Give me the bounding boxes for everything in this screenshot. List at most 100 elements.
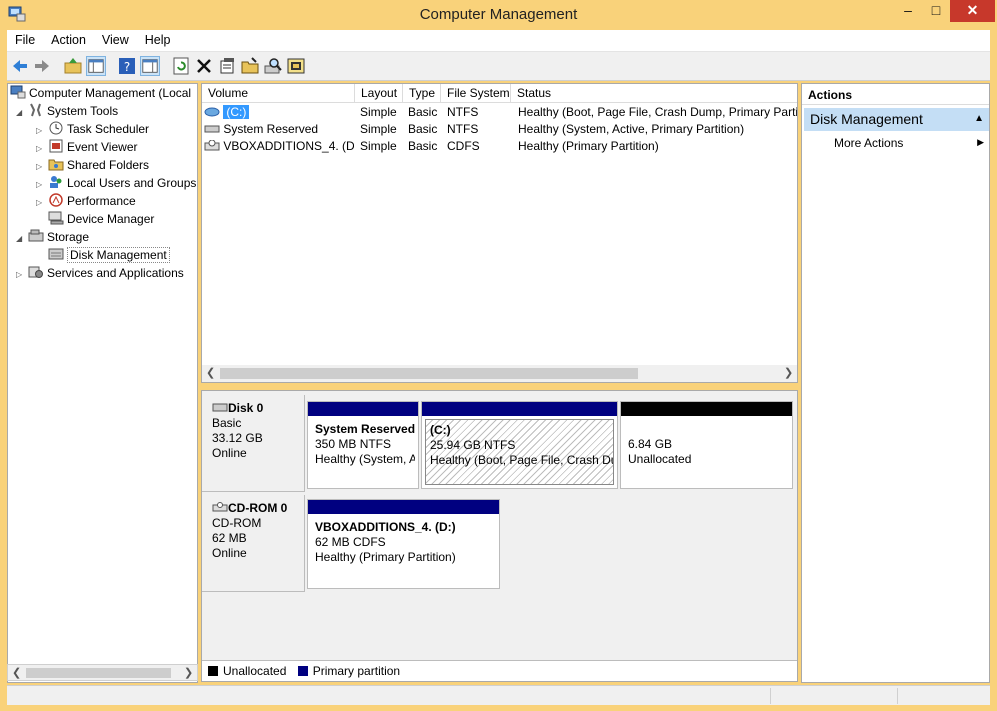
scroll-thumb[interactable] bbox=[26, 668, 171, 678]
scroll-left-icon[interactable]: ❮ bbox=[12, 666, 21, 679]
tree-item-local-users-groups[interactable]: ▷ Local Users and Groups bbox=[36, 174, 196, 192]
selected-volume-name: (C:) bbox=[223, 105, 250, 119]
layout-cell: Simple bbox=[360, 105, 397, 119]
disk-kind: CD-ROM bbox=[212, 516, 262, 530]
event-viewer-icon bbox=[49, 139, 63, 153]
menu-view[interactable]: View bbox=[94, 30, 137, 47]
scroll-right-icon[interactable]: ❯ bbox=[184, 666, 193, 679]
search-disk-icon[interactable] bbox=[263, 56, 283, 76]
toolbar: ? bbox=[7, 52, 990, 81]
tree-item-root[interactable]: Computer Management (Local bbox=[10, 84, 191, 102]
cdrom-0-label[interactable]: CD-ROM 0 CD-ROM 62 MB Online bbox=[202, 495, 305, 592]
primary-partition-bar bbox=[308, 402, 418, 416]
column-file-system[interactable]: File System bbox=[441, 84, 511, 103]
column-status[interactable]: Status bbox=[511, 84, 797, 103]
partition-title: VBOXADDITIONS_4. (D:) bbox=[315, 520, 456, 534]
tree-item-storage[interactable]: ◢ Storage bbox=[16, 228, 89, 246]
drive-icon bbox=[204, 125, 220, 133]
partition-status: Unallocated bbox=[628, 452, 692, 466]
forward-icon[interactable] bbox=[32, 56, 52, 76]
tree-item-device-manager[interactable]: Device Manager bbox=[48, 210, 154, 228]
back-icon[interactable] bbox=[10, 56, 30, 76]
legend: Unallocated Primary partition bbox=[202, 660, 797, 681]
more-actions-item[interactable]: More Actions ▶ bbox=[834, 136, 984, 150]
cd-drive-icon bbox=[212, 502, 228, 512]
actions-group-label: Disk Management bbox=[810, 111, 923, 127]
column-type[interactable]: Type bbox=[403, 84, 441, 103]
disk-kind: Basic bbox=[212, 416, 242, 430]
type-cell: Basic bbox=[408, 139, 438, 153]
partition-unallocated[interactable]: 6.84 GB Unallocated bbox=[620, 401, 793, 489]
partition-title: System Reserved bbox=[315, 422, 415, 436]
type-cell: Basic bbox=[408, 105, 438, 119]
volume-name: VBOXADDITIONS_4. (D:) bbox=[223, 139, 354, 153]
partition-vboxadditions[interactable]: VBOXADDITIONS_4. (D:) 62 MB CDFS Healthy… bbox=[307, 499, 500, 589]
scroll-left-icon[interactable]: ❮ bbox=[206, 366, 215, 379]
collapse-arrow-icon[interactable]: ◢ bbox=[16, 230, 28, 248]
tree-label: System Tools bbox=[47, 104, 119, 118]
partition-size: 25.94 GB NTFS bbox=[430, 438, 516, 452]
tree-item-shared-folders[interactable]: ▷ Shared Folders bbox=[36, 156, 149, 174]
actions-group-disk-management[interactable]: Disk Management ▲ bbox=[804, 108, 989, 131]
volume-horizontal-scrollbar[interactable]: ❮ ❯ bbox=[202, 365, 797, 382]
up-folder-icon[interactable] bbox=[63, 56, 83, 76]
tree-item-task-scheduler[interactable]: ▷ Task Scheduler bbox=[36, 120, 149, 138]
tree-label: Performance bbox=[67, 194, 136, 208]
properties-icon[interactable] bbox=[217, 56, 237, 76]
scroll-right-icon[interactable]: ❯ bbox=[784, 366, 793, 379]
table-row[interactable]: VBOXADDITIONS_4. (D:) Simple Basic CDFS … bbox=[202, 138, 797, 155]
fs-cell: NTFS bbox=[447, 105, 479, 119]
fs-cell: NTFS bbox=[447, 122, 479, 136]
table-row[interactable]: (C:) Simple Basic NTFS Healthy (Boot, Pa… bbox=[202, 104, 797, 121]
layout-cell: Simple bbox=[360, 122, 397, 136]
partition-system-reserved[interactable]: System Reserved 350 MB NTFS Healthy (Sys… bbox=[307, 401, 419, 489]
type-cell: Basic bbox=[408, 122, 438, 136]
tree-item-system-tools[interactable]: ◢ System Tools bbox=[16, 102, 118, 120]
close-button[interactable]: ✕ bbox=[950, 0, 995, 22]
menu-help[interactable]: Help bbox=[137, 30, 179, 47]
volume-list-header: Volume Layout Type File System Status bbox=[202, 84, 797, 103]
scroll-thumb[interactable] bbox=[220, 368, 638, 379]
status-cell: Healthy (Boot, Page File, Crash Dump, Pr… bbox=[518, 105, 797, 119]
column-layout[interactable]: Layout bbox=[355, 84, 403, 103]
show-hide-action-pane-icon[interactable] bbox=[140, 56, 160, 76]
menu-file[interactable]: File bbox=[7, 30, 43, 47]
title-bar[interactable]: Computer Management – □ ✕ bbox=[0, 0, 997, 30]
tree-item-services-applications[interactable]: ▷ Services and Applications bbox=[16, 264, 184, 282]
refresh-icon[interactable] bbox=[171, 56, 191, 76]
unallocated-bar bbox=[621, 402, 792, 416]
tree-root-label: Computer Management (Local bbox=[29, 86, 192, 100]
status-bar bbox=[7, 685, 990, 705]
storage-icon bbox=[28, 229, 44, 242]
delete-icon[interactable] bbox=[194, 56, 214, 76]
unallocated-swatch bbox=[208, 666, 218, 676]
fs-cell: CDFS bbox=[447, 139, 480, 153]
tree-item-disk-management[interactable]: Disk Management bbox=[48, 246, 170, 264]
open-folder-icon[interactable] bbox=[240, 56, 260, 76]
table-row[interactable]: System Reserved Simple Basic NTFS Health… bbox=[202, 121, 797, 138]
disk-0-label[interactable]: Disk 0 Basic 33.12 GB Online bbox=[202, 395, 305, 492]
collapse-arrow-icon[interactable]: ◢ bbox=[16, 104, 28, 122]
column-volume[interactable]: Volume bbox=[202, 84, 355, 103]
disk-settings-icon[interactable] bbox=[286, 56, 306, 76]
minimize-button[interactable]: – bbox=[894, 0, 922, 22]
show-hide-console-tree-icon[interactable] bbox=[86, 56, 106, 76]
tree-label: Local Users and Groups bbox=[67, 176, 197, 190]
expand-arrow-icon[interactable]: ▷ bbox=[16, 266, 28, 284]
primary-partition-bar bbox=[308, 500, 499, 514]
actions-header: Actions bbox=[802, 84, 989, 105]
partition-c-drive[interactable]: (C:) 25.94 GB NTFS Healthy (Boot, Page F… bbox=[421, 401, 618, 489]
expand-arrow-icon[interactable]: ▷ bbox=[36, 194, 48, 212]
disk-name: Disk 0 bbox=[228, 401, 264, 415]
menu-bar: File Action View Help bbox=[7, 30, 990, 52]
tree-item-event-viewer[interactable]: ▷ Event Viewer bbox=[36, 138, 137, 156]
maximize-button[interactable]: □ bbox=[922, 0, 950, 22]
partition-title bbox=[628, 422, 785, 437]
menu-action[interactable]: Action bbox=[43, 30, 94, 47]
help-icon[interactable]: ? bbox=[117, 56, 137, 76]
collapse-up-icon[interactable]: ▲ bbox=[974, 113, 984, 124]
console-tree: Computer Management (Local ◢ System Tools… bbox=[7, 83, 198, 683]
tree-item-performance[interactable]: ▷ Performance bbox=[36, 192, 136, 210]
legend-primary: Primary partition bbox=[312, 664, 401, 678]
tree-horizontal-scrollbar[interactable]: ❮ ❯ bbox=[7, 664, 198, 681]
